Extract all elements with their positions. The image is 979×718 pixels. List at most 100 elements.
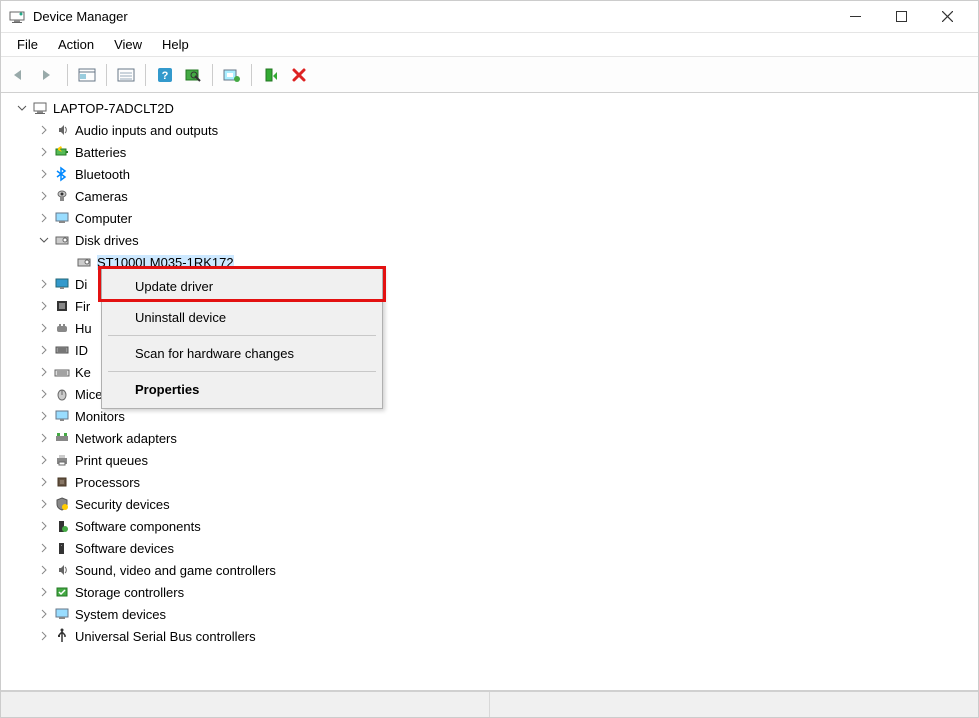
chevron-right-icon[interactable]: [37, 519, 51, 533]
battery-icon: [53, 143, 71, 161]
chevron-right-icon[interactable]: [37, 365, 51, 379]
context-menu-uninstall-device[interactable]: Uninstall device: [105, 302, 379, 333]
maximize-button[interactable]: [878, 2, 924, 32]
tree-node[interactable]: Sound, video and game controllers: [1, 559, 978, 581]
app-icon: [9, 9, 25, 25]
toolbar-separator: [106, 64, 107, 86]
software-dev-icon: [53, 539, 71, 557]
toolbar-update-driver-button[interactable]: [219, 62, 245, 88]
menu-view[interactable]: View: [104, 34, 152, 55]
tree-node[interactable]: Cameras: [1, 185, 978, 207]
monitor-icon: [53, 407, 71, 425]
tree-node[interactable]: Network adapters: [1, 427, 978, 449]
tree-node-label: Software components: [75, 519, 201, 534]
chevron-right-icon[interactable]: [37, 145, 51, 159]
ide-icon: [53, 341, 71, 359]
context-menu-properties[interactable]: Properties: [105, 374, 379, 405]
tree-node-label: Network adapters: [75, 431, 177, 446]
tree-node[interactable]: Security devices: [1, 493, 978, 515]
chevron-right-icon[interactable]: [37, 497, 51, 511]
chevron-right-icon[interactable]: [37, 453, 51, 467]
chevron-right-icon[interactable]: [37, 541, 51, 555]
chevron-right-icon[interactable]: [37, 607, 51, 621]
chevron-right-icon[interactable]: [37, 211, 51, 225]
chevron-right-icon[interactable]: [37, 321, 51, 335]
minimize-button[interactable]: [832, 2, 878, 32]
chevron-right-icon[interactable]: [37, 629, 51, 643]
device-tree[interactable]: LAPTOP-7ADCLT2D Audio inputs and outputs…: [1, 93, 978, 691]
tree-root-label: LAPTOP-7ADCLT2D: [53, 101, 174, 116]
computer-icon: [31, 99, 49, 117]
tree-node-label: Di: [75, 277, 87, 292]
tree-node[interactable]: Disk drives: [1, 229, 978, 251]
chevron-right-icon[interactable]: [37, 387, 51, 401]
chevron-right-icon[interactable]: [37, 277, 51, 291]
system-icon: [53, 605, 71, 623]
toolbar-help-button[interactable]: ?: [152, 62, 178, 88]
chevron-right-icon[interactable]: [37, 475, 51, 489]
tree-node[interactable]: Universal Serial Bus controllers: [1, 625, 978, 647]
tree-node[interactable]: Audio inputs and outputs: [1, 119, 978, 141]
tree-node[interactable]: Software devices: [1, 537, 978, 559]
tree-node-label: Disk drives: [75, 233, 139, 248]
toolbar-back-button[interactable]: [7, 62, 33, 88]
software-comp-icon: [53, 517, 71, 535]
toolbar-properties-pane-button[interactable]: [74, 62, 100, 88]
tree-root-node[interactable]: LAPTOP-7ADCLT2D: [1, 97, 978, 119]
tree-node[interactable]: Batteries: [1, 141, 978, 163]
chevron-right-icon[interactable]: [37, 167, 51, 181]
menu-action[interactable]: Action: [48, 34, 104, 55]
toolbar-uninstall-button[interactable]: [258, 62, 284, 88]
printer-icon: [53, 451, 71, 469]
context-menu-scan-hardware[interactable]: Scan for hardware changes: [105, 338, 379, 369]
audio-icon: [53, 121, 71, 139]
menu-help[interactable]: Help: [152, 34, 199, 55]
chevron-right-icon[interactable]: [37, 563, 51, 577]
toolbar-separator: [251, 64, 252, 86]
status-cell: [490, 692, 978, 717]
tree-node-label: Universal Serial Bus controllers: [75, 629, 256, 644]
chevron-right-icon[interactable]: [37, 585, 51, 599]
tree-node[interactable]: System devices: [1, 603, 978, 625]
tree-node[interactable]: Processors: [1, 471, 978, 493]
keyboard-icon: [53, 363, 71, 381]
context-menu-separator: [108, 335, 376, 336]
menu-file[interactable]: File: [7, 34, 48, 55]
tree-node-label: Monitors: [75, 409, 125, 424]
chevron-right-icon[interactable]: [37, 409, 51, 423]
window-controls: [832, 2, 970, 32]
toolbar-list-view-button[interactable]: [113, 62, 139, 88]
toolbar: ?: [1, 57, 978, 93]
tree-node[interactable]: Storage controllers: [1, 581, 978, 603]
chevron-right-icon[interactable]: [37, 431, 51, 445]
chevron-right-icon[interactable]: [37, 343, 51, 357]
toolbar-scan-hardware-button[interactable]: [180, 62, 206, 88]
chevron-down-icon[interactable]: [37, 233, 51, 247]
tree-node[interactable]: Bluetooth: [1, 163, 978, 185]
camera-icon: [53, 187, 71, 205]
window-titlebar: Device Manager: [1, 1, 978, 33]
disk-icon: [75, 253, 93, 271]
network-icon: [53, 429, 71, 447]
chevron-right-icon[interactable]: [37, 189, 51, 203]
tree-node-label: Processors: [75, 475, 140, 490]
tree-node[interactable]: Print queues: [1, 449, 978, 471]
tree-node-label: Sound, video and game controllers: [75, 563, 276, 578]
tree-node[interactable]: Computer: [1, 207, 978, 229]
context-menu-update-driver[interactable]: Update driver: [105, 271, 379, 302]
menubar: File Action View Help: [1, 33, 978, 57]
close-button[interactable]: [924, 2, 970, 32]
toolbar-remove-button[interactable]: [286, 62, 312, 88]
tree-node[interactable]: Software components: [1, 515, 978, 537]
toolbar-forward-button[interactable]: [35, 62, 61, 88]
tree-node-label: System devices: [75, 607, 166, 622]
chevron-down-icon[interactable]: [15, 101, 29, 115]
statusbar: [1, 691, 978, 717]
tree-node-label: Batteries: [75, 145, 126, 160]
display-icon: [53, 275, 71, 293]
chevron-right-icon[interactable]: [37, 123, 51, 137]
sound-icon: [53, 561, 71, 579]
chevron-right-icon[interactable]: [37, 299, 51, 313]
expander-spacer[interactable]: [59, 255, 73, 269]
tree-node-label: Ke: [75, 365, 91, 380]
